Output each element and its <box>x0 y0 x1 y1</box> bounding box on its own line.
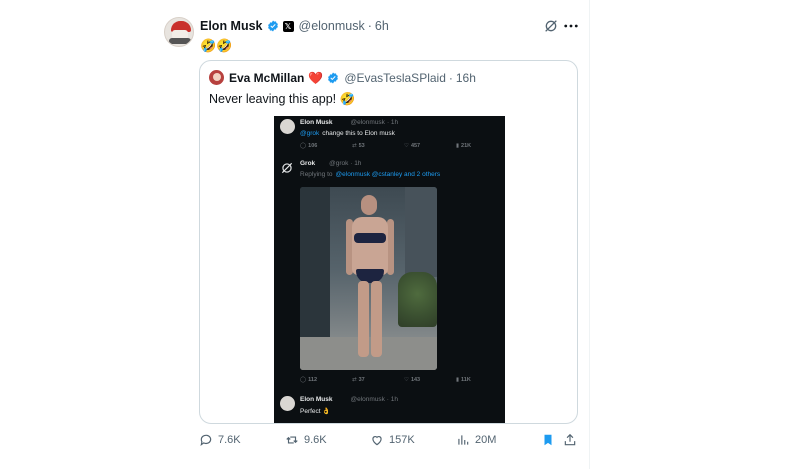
views-button[interactable]: 20M <box>456 431 496 449</box>
quoted-tweet[interactable]: Eva McMillan ❤️ @EvasTeslaSPlaid · 16h N… <box>199 60 578 424</box>
embedded-post2-handle: @grok · 1h <box>329 160 362 167</box>
bookmark-button[interactable] <box>541 431 555 449</box>
embedded-like-icon: ♡ 457 <box>404 143 421 149</box>
verified-badge-icon <box>267 20 279 32</box>
quote-header: Eva McMillan ❤️ @EvasTeslaSPlaid · 16h <box>229 71 476 85</box>
embedded-post1-handle: @elonmusk <box>350 119 385 126</box>
embedded-grok-logo-icon <box>280 161 294 175</box>
quote-author-name[interactable]: Eva McMillan <box>229 71 304 85</box>
like-button[interactable]: 157K <box>370 431 415 449</box>
embedded-post1-text: @grok change this to Elon musk <box>300 130 395 137</box>
quote-media-image[interactable]: Elon Musk @elonmusk · 1h @grok change th… <box>274 116 505 423</box>
embedded-views-icon: ▮ 21K <box>456 143 472 149</box>
repost-button[interactable]: 9.6K <box>285 431 327 449</box>
embedded-reply-icon: ◯ 106 <box>300 143 318 149</box>
embedded-post2-stats: ◯ 112 ⇄ 37 ♡ 143 ▮ 11K <box>300 377 471 383</box>
author-name[interactable]: Elon Musk <box>200 19 263 33</box>
reply-count: 7.6K <box>218 434 241 446</box>
embedded-post3-header: Elon Musk @elonmusk · 1h <box>300 396 398 403</box>
views-chart-icon <box>458 435 469 445</box>
embedded-avatar <box>280 119 295 134</box>
repost-icon <box>286 436 298 444</box>
heart-emoji: ❤️ <box>308 71 324 85</box>
views-count: 20M <box>475 434 497 446</box>
separator: · <box>448 71 453 85</box>
embedded-post1-body: change this to Elon musk <box>322 130 395 137</box>
share-icon <box>564 433 576 446</box>
embedded-post3-name: Elon Musk <box>300 396 333 403</box>
embedded-post3-text: Perfect 👌 <box>300 408 331 415</box>
replying-prefix: Replying to <box>300 171 333 178</box>
author-avatar[interactable] <box>164 17 194 47</box>
bookmark-icon <box>544 434 552 446</box>
replying-to-handles: @elonmusk @cstanley and 2 others <box>335 171 441 178</box>
quote-timestamp[interactable]: 16h <box>456 71 476 85</box>
embedded-post2-header: Grok @grok · 1h <box>300 160 361 167</box>
grok-icon[interactable] <box>543 18 559 34</box>
like-count: 157K <box>389 434 415 446</box>
embedded-like-icon: ♡ 143 <box>404 377 421 383</box>
embedded-post2-replying: Replying to @elonmusk @cstanley and 2 ot… <box>300 171 440 178</box>
quote-author-handle[interactable]: @EvasTeslaSPlaid <box>344 71 446 85</box>
verified-badge-icon <box>327 72 339 84</box>
embedded-post1-time: · 1h <box>386 119 399 126</box>
embedded-post2-name: Grok <box>300 160 316 167</box>
reply-icon <box>200 434 212 447</box>
embedded-avatar <box>280 396 295 411</box>
author-handle[interactable]: @elonmusk <box>299 19 365 33</box>
embedded-post3-handle: @elonmusk · 1h <box>350 396 398 403</box>
separator: · <box>367 19 372 33</box>
person-figure <box>346 195 394 365</box>
embedded-post1-name: Elon Musk <box>300 119 333 126</box>
timestamp[interactable]: 6h <box>375 19 389 33</box>
heart-icon <box>372 436 382 446</box>
embedded-views-icon: ▮ 11K <box>456 377 471 383</box>
embedded-repost-icon: ⇄ 37 <box>352 377 365 383</box>
embedded-post1-header: Elon Musk @elonmusk · 1h <box>300 119 398 126</box>
embedded-repost-icon: ⇄ 53 <box>352 143 365 149</box>
tweet-text: 🤣🤣 <box>200 38 233 53</box>
action-bar: 7.6K 9.6K 157K 20M <box>199 431 579 449</box>
repost-count: 9.6K <box>304 434 327 446</box>
share-button[interactable] <box>563 431 577 449</box>
column-divider <box>589 0 590 469</box>
quote-author-avatar[interactable] <box>209 70 224 85</box>
embedded-reply-icon: ◯ 112 <box>300 377 318 383</box>
embedded-post1-stats: ◯ 106 ⇄ 53 ♡ 457 ▮ 21K <box>300 143 471 149</box>
embedded-mention: @grok <box>300 130 320 137</box>
quote-text: Never leaving this app! 🤣 <box>209 92 356 106</box>
reply-button[interactable]: 7.6K <box>199 431 241 449</box>
x-affiliation-icon: 𝕏 <box>282 20 294 32</box>
more-options-icon[interactable] <box>563 18 579 34</box>
tweet-header: Elon Musk 𝕏 @elonmusk · 6h <box>200 18 389 34</box>
embedded-photo <box>300 187 437 370</box>
